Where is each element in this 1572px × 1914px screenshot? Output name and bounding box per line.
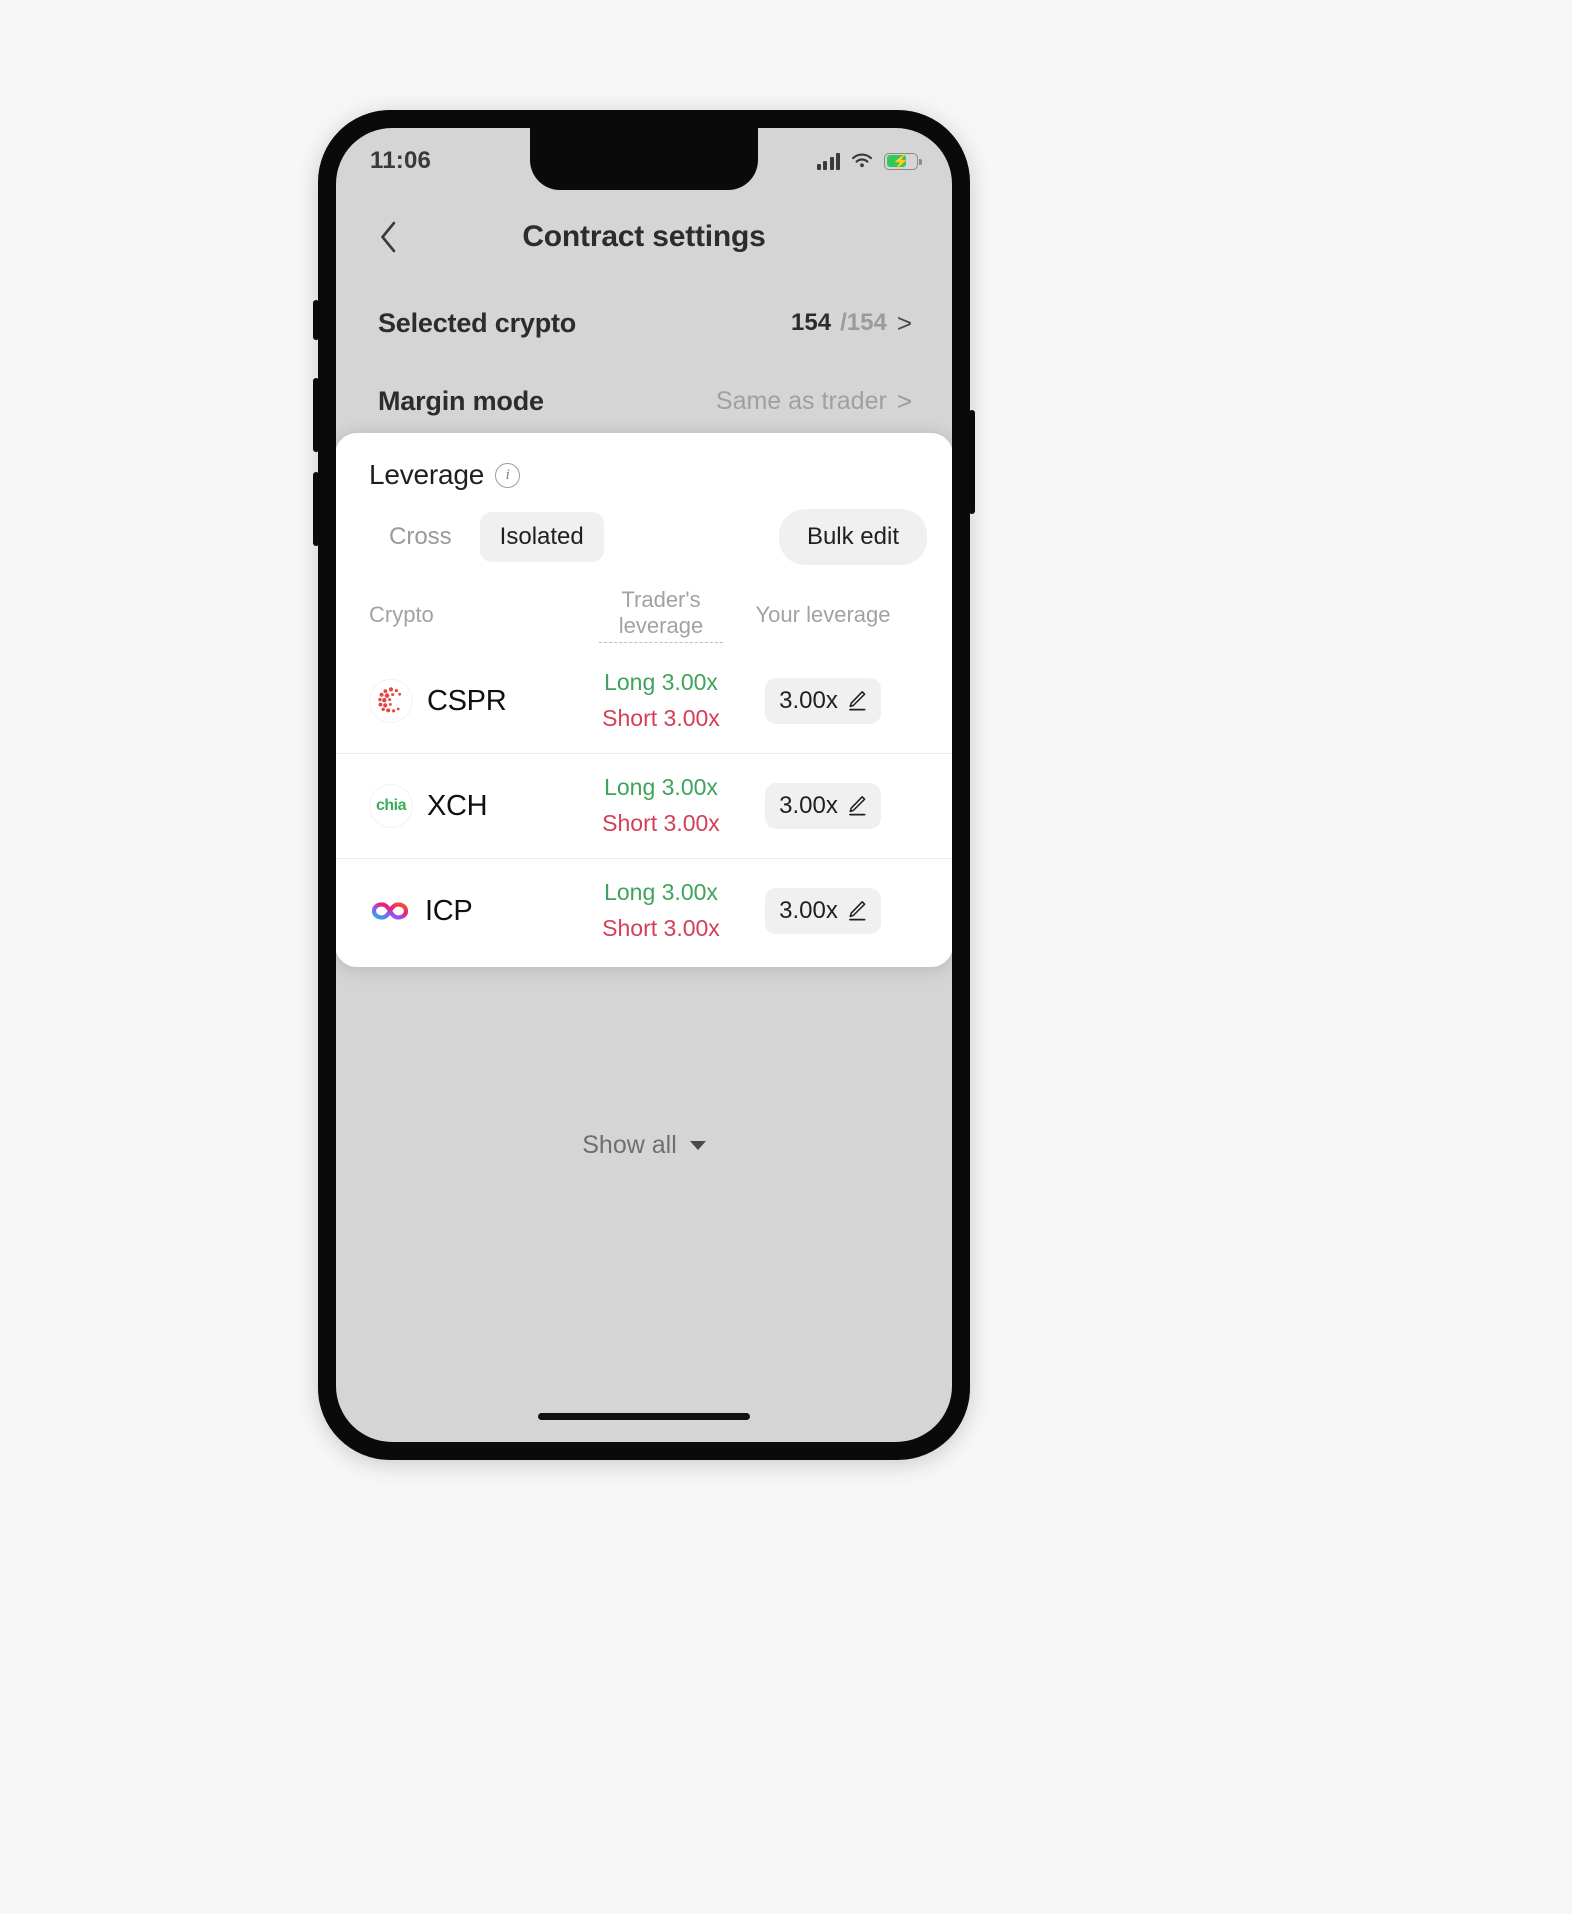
casper-logo-icon [369, 679, 413, 723]
setting-value-selected-crypto: 154/154 > [791, 309, 912, 337]
volume-down-button[interactable] [313, 472, 319, 546]
your-leverage-cell: 3.00x [723, 888, 923, 934]
pencil-icon [849, 796, 866, 816]
leverage-header: Leverage i [336, 433, 952, 491]
column-header-traders-leverage[interactable]: Trader's leverage [599, 587, 723, 643]
status-bar: 11:06 ⚡ [336, 128, 952, 190]
column-header-crypto-wrap: Crypto [369, 602, 599, 628]
setting-row-margin-mode[interactable]: Margin mode Same as trader > [336, 362, 952, 440]
info-icon[interactable]: i [495, 462, 521, 488]
wifi-icon [852, 153, 872, 168]
crypto-cell: ICP [369, 890, 599, 932]
tab-cross[interactable]: Cross [369, 512, 472, 562]
pencil-icon [849, 691, 866, 711]
margin-mode-value: Same as trader [715, 386, 887, 415]
status-time: 11:06 [370, 147, 432, 174]
crypto-ticker: XCH [427, 789, 488, 822]
show-all-button[interactable]: Show all [336, 1131, 952, 1160]
status-icons: ⚡ [816, 152, 922, 170]
setting-label-selected-crypto: Selected crypto [378, 307, 577, 338]
your-leverage-value: 3.00x [779, 897, 838, 924]
chevron-right-icon: > [896, 308, 912, 338]
setting-row-selected-crypto[interactable]: Selected crypto 154/154 > [336, 284, 952, 362]
your-leverage-value: 3.00x [779, 792, 838, 819]
caret-down-icon [689, 1141, 706, 1150]
trader-short-leverage: Short 3.00x [602, 810, 720, 836]
power-button[interactable] [969, 410, 975, 514]
leverage-sheet: Leverage i Cross Isolated Bulk edit Cryp… [336, 433, 952, 967]
crypto-ticker: ICP [425, 894, 473, 927]
crypto-cell: chia XCH [369, 784, 599, 828]
column-header-trader-wrap: Trader's leverage [599, 587, 723, 643]
table-row[interactable]: chia XCH Long 3.00x Short 3.00x 3.00x [336, 753, 952, 858]
your-leverage-value: 3.00x [779, 687, 838, 714]
battery-charging-icon: ⚡ [884, 152, 922, 170]
tab-isolated[interactable]: Isolated [479, 512, 604, 562]
pencil-icon [849, 901, 866, 921]
trader-long-leverage: Long 3.00x [604, 669, 718, 696]
trader-short-leverage: Short 3.00x [602, 915, 720, 941]
leverage-rows: CSPR Long 3.00x Short 3.00x 3.00x chia X… [336, 649, 952, 963]
selected-crypto-total: /154 [840, 309, 887, 336]
crypto-ticker: CSPR [427, 684, 507, 717]
selected-crypto-count: 154 [791, 309, 832, 336]
margin-mode-tabs: Cross Isolated [369, 512, 604, 562]
crypto-cell: CSPR [369, 679, 599, 723]
leverage-column-headers: Crypto Trader's leverage Your leverage [336, 565, 952, 643]
navigation-bar: Contract settings [336, 190, 952, 284]
table-row[interactable]: ICP Long 3.00x Short 3.00x 3.00x [336, 858, 952, 963]
trader-leverage-cell: Long 3.00x Short 3.00x [599, 875, 723, 946]
column-header-crypto: Crypto [369, 602, 434, 627]
trader-leverage-cell: Long 3.00x Short 3.00x [599, 770, 723, 841]
settings-list: Selected crypto 154/154 > Margin mode Sa… [336, 284, 952, 440]
chia-logo-icon: chia [369, 784, 413, 828]
trader-long-leverage: Long 3.00x [604, 879, 718, 906]
trader-leverage-cell: Long 3.00x Short 3.00x [599, 665, 723, 736]
page-title: Contract settings [522, 220, 766, 253]
mute-switch[interactable] [313, 300, 319, 340]
leverage-title: Leverage [369, 459, 485, 490]
setting-label-margin-mode: Margin mode [378, 385, 544, 416]
home-indicator[interactable] [538, 1413, 750, 1420]
bulk-edit-button[interactable]: Bulk edit [778, 509, 927, 565]
volume-up-button[interactable] [313, 378, 319, 452]
your-leverage-cell: 3.00x [723, 783, 923, 829]
edit-leverage-button[interactable]: 3.00x [765, 783, 881, 829]
setting-value-margin-mode: Same as trader > [716, 387, 912, 416]
internet-computer-logo-icon [369, 890, 411, 932]
column-header-your-leverage: Your leverage [755, 602, 891, 627]
leverage-mode-row: Cross Isolated Bulk edit [336, 491, 952, 565]
edit-leverage-button[interactable]: 3.00x [765, 888, 881, 934]
back-button[interactable] [368, 217, 408, 257]
table-row[interactable]: CSPR Long 3.00x Short 3.00x 3.00x [336, 649, 952, 753]
phone-screen: 11:06 ⚡ Contract settings Selected crypt… [336, 128, 952, 1442]
phone-frame: 11:06 ⚡ Contract settings Selected crypt… [313, 110, 975, 1460]
chia-logo-text: chia [375, 797, 407, 814]
chevron-left-icon [381, 221, 396, 253]
your-leverage-cell: 3.00x [723, 678, 923, 724]
show-all-label: Show all [582, 1131, 677, 1159]
chevron-right-icon: > [896, 386, 912, 416]
trader-long-leverage: Long 3.00x [604, 774, 718, 801]
edit-leverage-button[interactable]: 3.00x [765, 678, 881, 724]
column-header-your-wrap: Your leverage [723, 602, 923, 628]
signal-bars-icon [816, 152, 840, 170]
trader-short-leverage: Short 3.00x [602, 705, 720, 731]
